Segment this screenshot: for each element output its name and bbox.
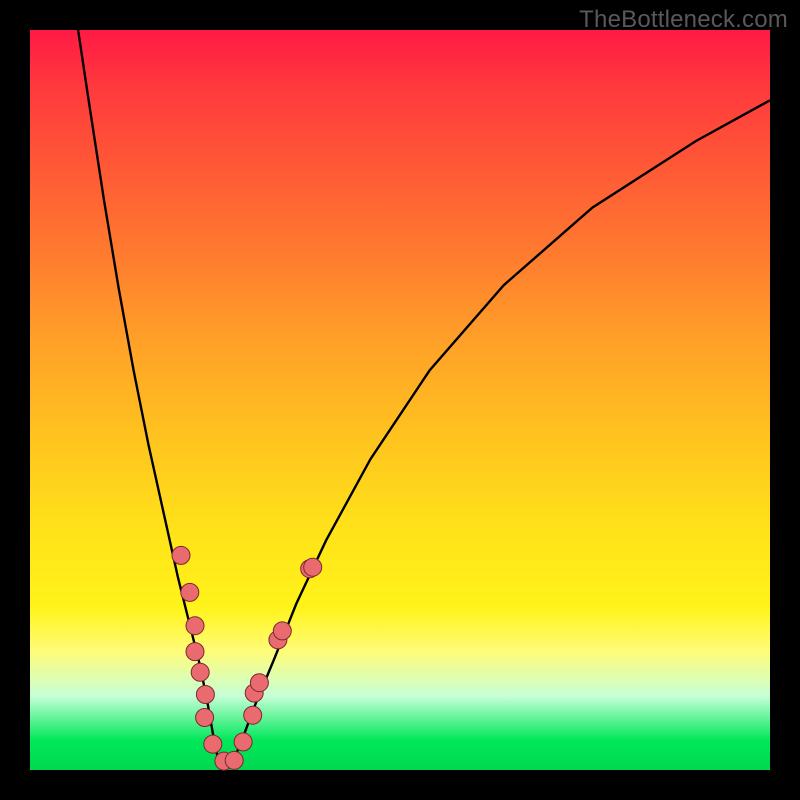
data-marker	[172, 546, 190, 564]
data-marker	[234, 733, 252, 751]
chart-svg	[0, 0, 800, 800]
bottleneck-curve	[78, 30, 770, 763]
data-marker	[196, 709, 214, 727]
data-marker	[186, 617, 204, 635]
chart-frame: TheBottleneck.com	[0, 0, 800, 800]
data-marker	[181, 583, 199, 601]
data-marker	[273, 622, 291, 640]
data-marker	[191, 663, 209, 681]
data-marker	[304, 558, 322, 576]
data-marker	[244, 706, 262, 724]
data-marker	[250, 674, 268, 692]
data-marker	[225, 751, 243, 769]
data-marker	[196, 686, 214, 704]
data-marker	[204, 735, 222, 753]
data-marker	[186, 643, 204, 661]
